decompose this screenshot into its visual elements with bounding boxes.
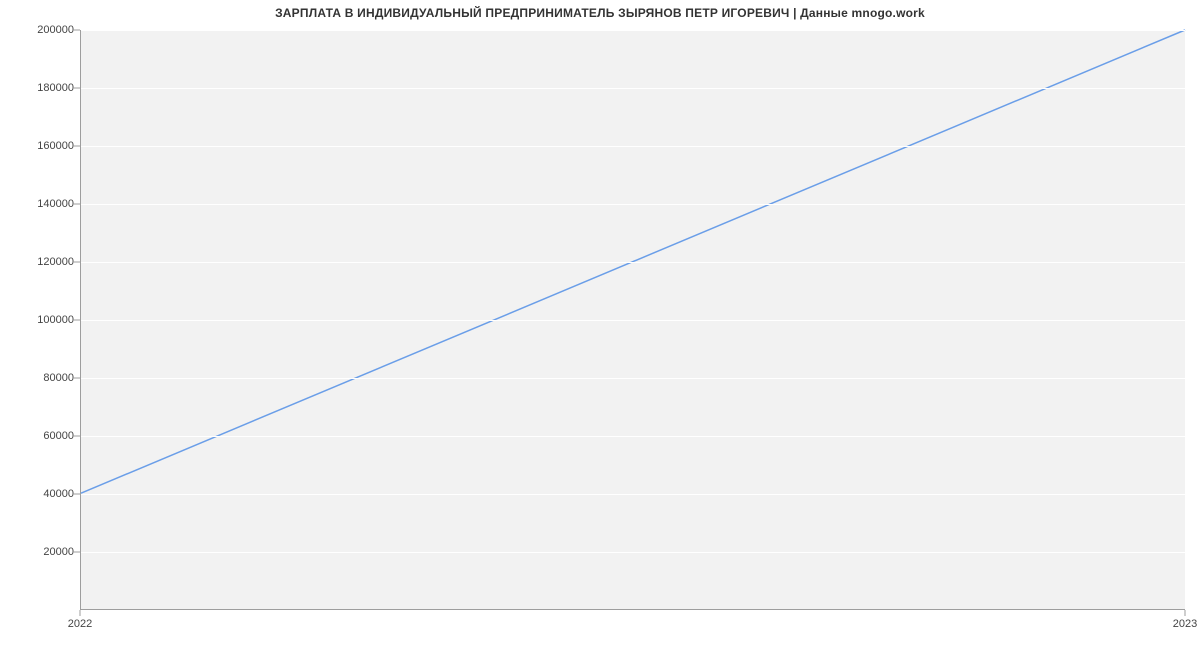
- y-tick-label: 160000: [14, 140, 74, 152]
- chart-container: ЗАРПЛАТА В ИНДИВИДУАЛЬНЫЙ ПРЕДПРИНИМАТЕЛ…: [0, 0, 1200, 650]
- y-tick-mark: [74, 204, 80, 205]
- gridline: [81, 552, 1185, 553]
- gridline: [81, 146, 1185, 147]
- y-tick-mark: [74, 262, 80, 263]
- y-tick-label: 100000: [14, 314, 74, 326]
- gridline: [81, 88, 1185, 89]
- y-tick-mark: [74, 146, 80, 147]
- y-tick-label: 200000: [14, 24, 74, 36]
- gridline: [81, 262, 1185, 263]
- gridline: [81, 320, 1185, 321]
- y-tick-mark: [74, 378, 80, 379]
- x-tick-label: 2022: [68, 618, 92, 630]
- gridline: [81, 378, 1185, 379]
- gridline: [81, 204, 1185, 205]
- y-tick-label: 140000: [14, 198, 74, 210]
- x-tick-mark: [1185, 610, 1186, 616]
- gridline: [81, 30, 1185, 31]
- gridline: [81, 436, 1185, 437]
- chart-title: ЗАРПЛАТА В ИНДИВИДУАЛЬНЫЙ ПРЕДПРИНИМАТЕЛ…: [0, 6, 1200, 20]
- y-tick-label: 120000: [14, 256, 74, 268]
- y-tick-label: 60000: [14, 430, 74, 442]
- x-tick-label: 2023: [1173, 618, 1197, 630]
- x-tick-mark: [80, 610, 81, 616]
- y-tick-label: 40000: [14, 488, 74, 500]
- y-tick-mark: [74, 88, 80, 89]
- y-tick-mark: [74, 552, 80, 553]
- y-tick-label: 180000: [14, 82, 74, 94]
- y-tick-mark: [74, 30, 80, 31]
- y-tick-mark: [74, 320, 80, 321]
- plot-area: [80, 30, 1185, 610]
- y-tick-label: 20000: [14, 546, 74, 558]
- y-tick-label: 80000: [14, 372, 74, 384]
- y-tick-mark: [74, 436, 80, 437]
- y-tick-mark: [74, 494, 80, 495]
- gridline: [81, 494, 1185, 495]
